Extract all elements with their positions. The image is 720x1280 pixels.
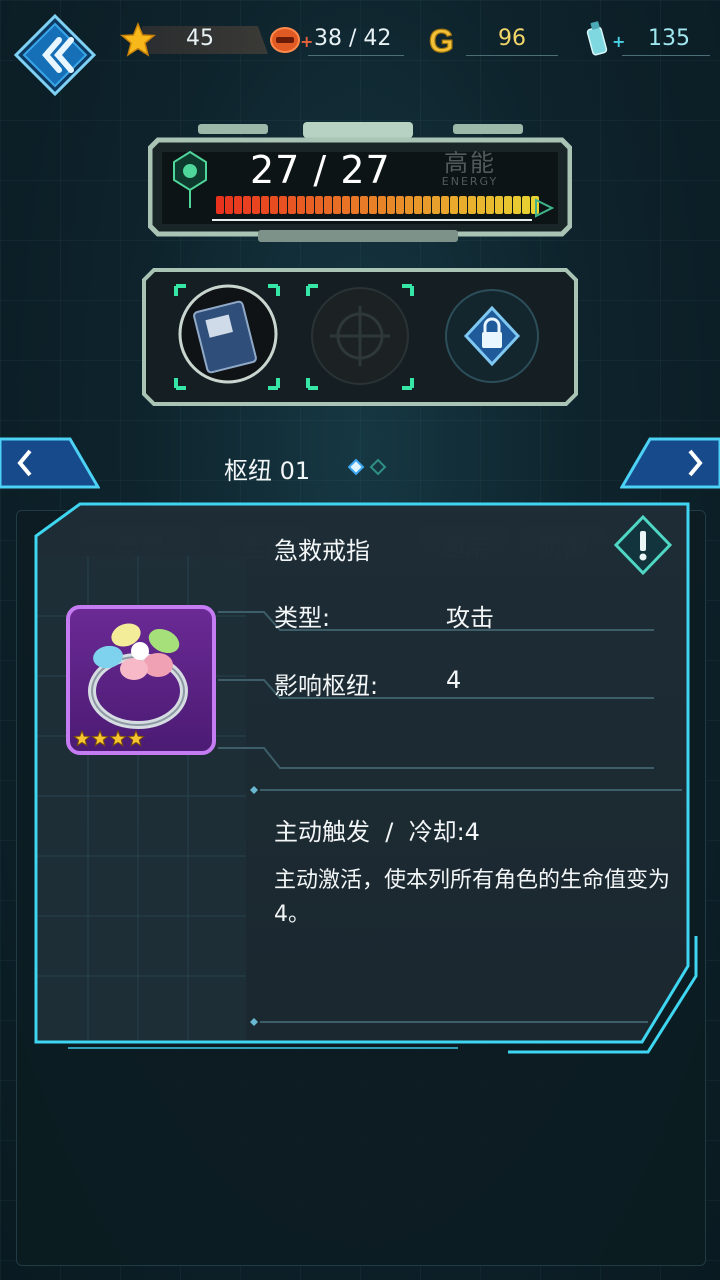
info-button[interactable]	[612, 514, 674, 576]
energy-bar-segment	[477, 196, 485, 214]
page-dot-active[interactable]	[348, 458, 365, 476]
item-detail-popup	[34, 502, 698, 1054]
hub-effect-label: 影响枢纽:	[274, 672, 379, 700]
exclamation-icon	[639, 531, 647, 561]
energy-bar-segment	[423, 196, 431, 214]
star-count: 45	[186, 26, 214, 51]
energy-bar-segment	[495, 196, 503, 214]
page-dot[interactable]	[369, 458, 387, 476]
energy-bar-segment	[522, 196, 530, 214]
energy-bar-segment	[315, 196, 323, 214]
energy-bar-segment	[243, 196, 251, 214]
energy-bar-segment	[504, 196, 512, 214]
energy-bar-segment	[513, 196, 521, 214]
energy-tag-cn: 高能	[444, 149, 496, 177]
hub-page-indicator	[348, 458, 387, 476]
energy-tag-en: ENERGY	[441, 175, 499, 188]
energy-bar-segment	[432, 196, 440, 214]
energy-bar-segment	[333, 196, 341, 214]
energy-bar-segment	[387, 196, 395, 214]
energy-bar-segment	[234, 196, 242, 214]
hub-effect-value: 4	[446, 666, 462, 694]
energy-bar-segment	[405, 196, 413, 214]
hub-next-button[interactable]	[620, 437, 720, 489]
gold-counter: G 96	[426, 22, 558, 58]
energy-bar-segment	[342, 196, 350, 214]
item-card	[66, 605, 216, 755]
energy-bar-segment	[378, 196, 386, 214]
gem-counter[interactable]: + 135	[582, 21, 712, 58]
item-name: 急救戒指	[274, 537, 370, 565]
gem-plus-icon[interactable]: +	[612, 32, 625, 51]
energy-tag: 高能 ENERGY	[432, 151, 508, 191]
energy-bar-segment	[252, 196, 260, 214]
energy-bar-segment	[216, 196, 224, 214]
hub-prev-button[interactable]	[0, 437, 100, 489]
slot-3-locked[interactable]	[445, 289, 539, 383]
svg-text:G: G	[429, 23, 454, 58]
hub-title: 枢纽 01	[224, 457, 311, 485]
energy-icon	[270, 27, 300, 53]
equipment-slot-panel	[142, 268, 578, 406]
energy-bar-segment	[225, 196, 233, 214]
energy-bar-segment	[360, 196, 368, 214]
energy-bar-segment	[396, 196, 404, 214]
energy-value: 27 / 27	[250, 148, 391, 192]
energy-bar-segment	[441, 196, 449, 214]
energy-bar-segment	[351, 196, 359, 214]
star-counter: 45	[120, 22, 268, 58]
energy-bar-segment	[261, 196, 269, 214]
energy-bar-segment	[459, 196, 467, 214]
item-description: 主动激活，使本列所有角色的生命值变为4。	[274, 868, 671, 927]
energy-counter[interactable]: + 38 / 42	[268, 22, 408, 58]
energy-count: 38 / 42	[314, 26, 392, 51]
energy-plus-icon[interactable]: +	[300, 32, 313, 51]
energy-bar-segment	[486, 196, 494, 214]
type-label: 类型:	[274, 604, 331, 632]
energy-bar-segment	[468, 196, 476, 214]
energy-bar-segment	[369, 196, 377, 214]
energy-bar-segment	[324, 196, 332, 214]
gem-count: 135	[648, 26, 690, 51]
energy-bar-segment	[306, 196, 314, 214]
back-button[interactable]	[14, 14, 96, 96]
energy-bar-segment	[414, 196, 422, 214]
type-value: 攻击	[446, 604, 494, 632]
energy-bar-segment	[450, 196, 458, 214]
energy-bar-segment	[288, 196, 296, 214]
gold-coin-icon: G	[428, 22, 454, 58]
energy-bar-segment	[297, 196, 305, 214]
energy-bar-segment	[279, 196, 287, 214]
energy-drink-icon	[586, 21, 608, 56]
trigger-info: 主动触发 / 冷却:4	[274, 818, 480, 846]
gold-count: 96	[498, 26, 526, 51]
top-resource-bar: 45 + 38 / 42 G 96 + 135	[0, 0, 720, 100]
star-icon	[120, 22, 156, 57]
energy-bar-segment	[270, 196, 278, 214]
